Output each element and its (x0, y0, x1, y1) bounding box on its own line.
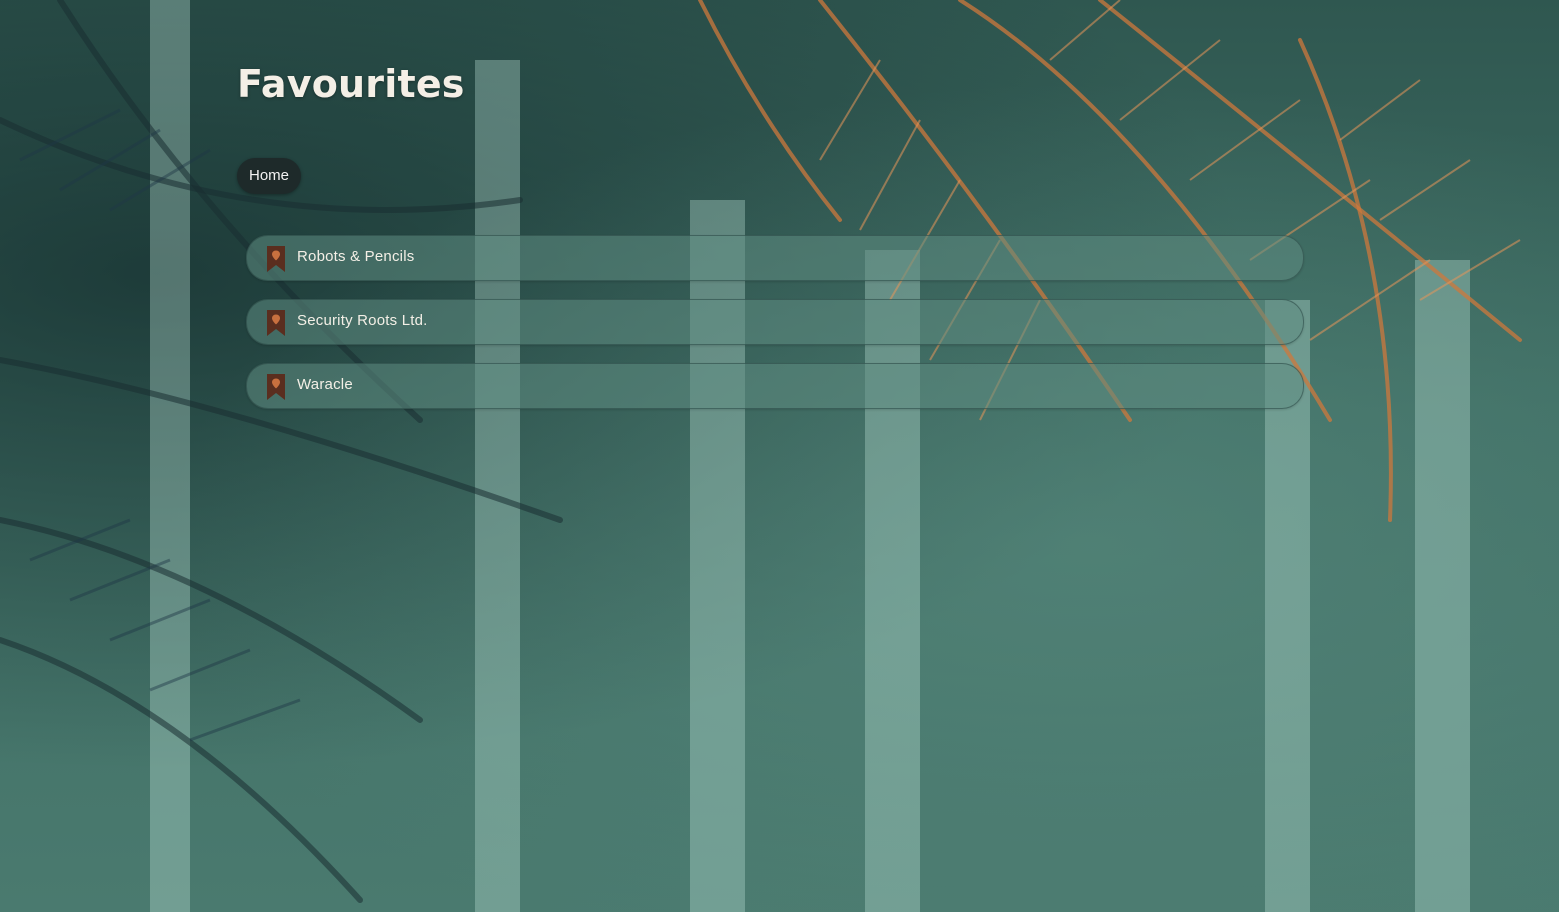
favourites-list: Robots & Pencils Security Roots Ltd. War… (246, 235, 1304, 427)
bookmark-icon (267, 246, 285, 272)
favourite-label: Robots & Pencils (297, 248, 415, 265)
favourites-page: Favourites Home Robots & Pencils Securit… (0, 0, 1559, 912)
page-title: Favourites (237, 62, 465, 106)
favourite-label: Waracle (297, 376, 353, 393)
favourite-item-security-roots[interactable]: Security Roots Ltd. (246, 299, 1304, 345)
favourite-item-robots-pencils[interactable]: Robots & Pencils (246, 235, 1304, 281)
favourite-label: Security Roots Ltd. (297, 312, 428, 329)
bookmark-icon (267, 310, 285, 336)
favourite-item-waracle[interactable]: Waracle (246, 363, 1304, 409)
home-button[interactable]: Home (237, 158, 302, 194)
bookmark-icon (267, 374, 285, 400)
